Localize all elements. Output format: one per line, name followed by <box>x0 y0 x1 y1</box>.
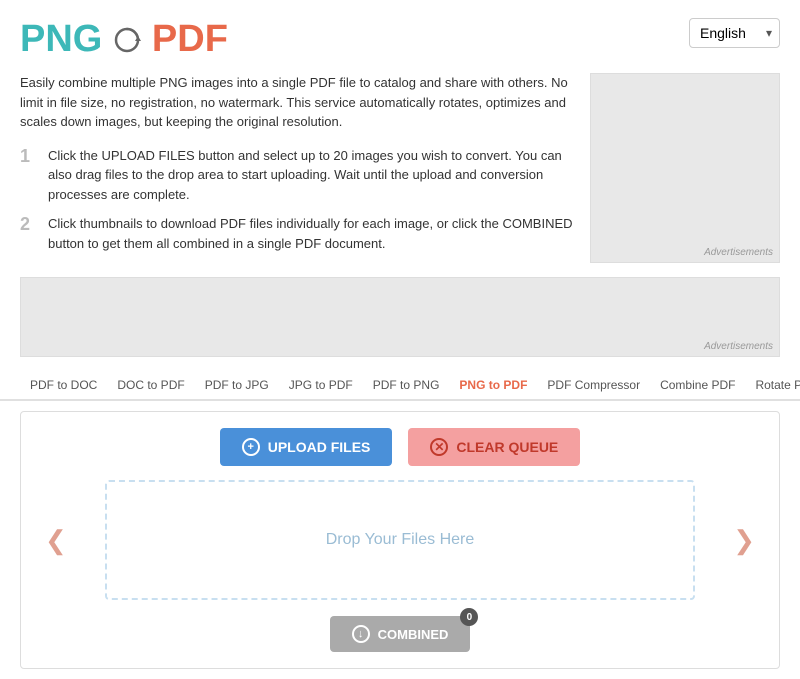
description-text: Easily combine multiple PNG images into … <box>20 73 574 132</box>
upload-files-button[interactable]: + UPLOAD FILES <box>220 428 393 466</box>
tab-jpg-to-pdf[interactable]: JPG to PDF <box>279 371 363 401</box>
tool-area: + UPLOAD FILES ✕ CLEAR QUEUE ❮ Drop Your… <box>20 411 780 669</box>
tool-buttons: + UPLOAD FILES ✕ CLEAR QUEUE <box>37 428 763 466</box>
tab-pdf-to-jpg[interactable]: PDF to JPG <box>195 371 279 401</box>
file-carousel: ❮ Drop Your Files Here ❯ <box>37 480 763 600</box>
step-1-text: Click the UPLOAD FILES button and select… <box>48 146 574 205</box>
nav-tabs: PDF to DOC DOC to PDF PDF to JPG JPG to … <box>0 371 800 401</box>
combined-button[interactable]: ↓ COMBINED 0 <box>330 616 471 652</box>
download-icon: ↓ <box>352 625 370 643</box>
bottom-ad-label: Advertisements <box>704 341 773 352</box>
upload-icon: + <box>242 438 260 456</box>
rotate-icon <box>113 26 141 54</box>
combined-area: ↓ COMBINED 0 <box>37 616 763 652</box>
drop-zone[interactable]: Drop Your Files Here <box>105 480 695 600</box>
upload-label: UPLOAD FILES <box>268 439 371 455</box>
clear-label: CLEAR QUEUE <box>456 439 558 455</box>
step-2: 2 Click thumbnails to download PDF files… <box>20 214 574 253</box>
clear-icon: ✕ <box>430 438 448 456</box>
right-ad-label: Advertisements <box>704 247 773 258</box>
left-content: Easily combine multiple PNG images into … <box>20 73 574 263</box>
tab-png-to-pdf[interactable]: PNG to PDF <box>449 371 537 401</box>
tab-pdf-to-doc[interactable]: PDF to DOC <box>20 371 107 401</box>
tab-combine-pdf[interactable]: Combine PDF <box>650 371 745 401</box>
language-dropdown[interactable]: English Spanish French German <box>689 18 780 48</box>
step-1-num: 1 <box>20 146 36 205</box>
step-2-num: 2 <box>20 214 36 253</box>
drop-zone-text: Drop Your Files Here <box>326 531 475 549</box>
content-area: Easily combine multiple PNG images into … <box>0 61 800 263</box>
language-selector[interactable]: English Spanish French German ▾ <box>689 18 780 48</box>
step-1: 1 Click the UPLOAD FILES button and sele… <box>20 146 574 205</box>
carousel-right-button[interactable]: ❯ <box>725 525 763 556</box>
combined-count-badge: 0 <box>460 608 478 626</box>
tab-rotate-pdf[interactable]: Rotate PDF <box>745 371 800 401</box>
tab-pdf-to-png[interactable]: PDF to PNG <box>363 371 450 401</box>
logo-pdf: PDF <box>152 18 228 61</box>
logo-png: PNG <box>20 18 102 61</box>
combined-label: COMBINED <box>378 627 449 642</box>
clear-queue-button[interactable]: ✕ CLEAR QUEUE <box>408 428 580 466</box>
step-2-text: Click thumbnails to download PDF files i… <box>48 214 574 253</box>
right-ad-banner: Advertisements <box>590 73 780 263</box>
steps-list: 1 Click the UPLOAD FILES button and sele… <box>20 146 574 254</box>
logo: PNG PDF <box>20 18 228 61</box>
header: PNG PDF English Spanish French German ▾ <box>0 0 800 61</box>
carousel-left-button[interactable]: ❮ <box>37 525 75 556</box>
tab-pdf-compressor[interactable]: PDF Compressor <box>537 371 650 401</box>
tab-doc-to-pdf[interactable]: DOC to PDF <box>107 371 194 401</box>
logo-to <box>105 24 149 56</box>
bottom-ad-banner: Advertisements <box>20 277 780 357</box>
